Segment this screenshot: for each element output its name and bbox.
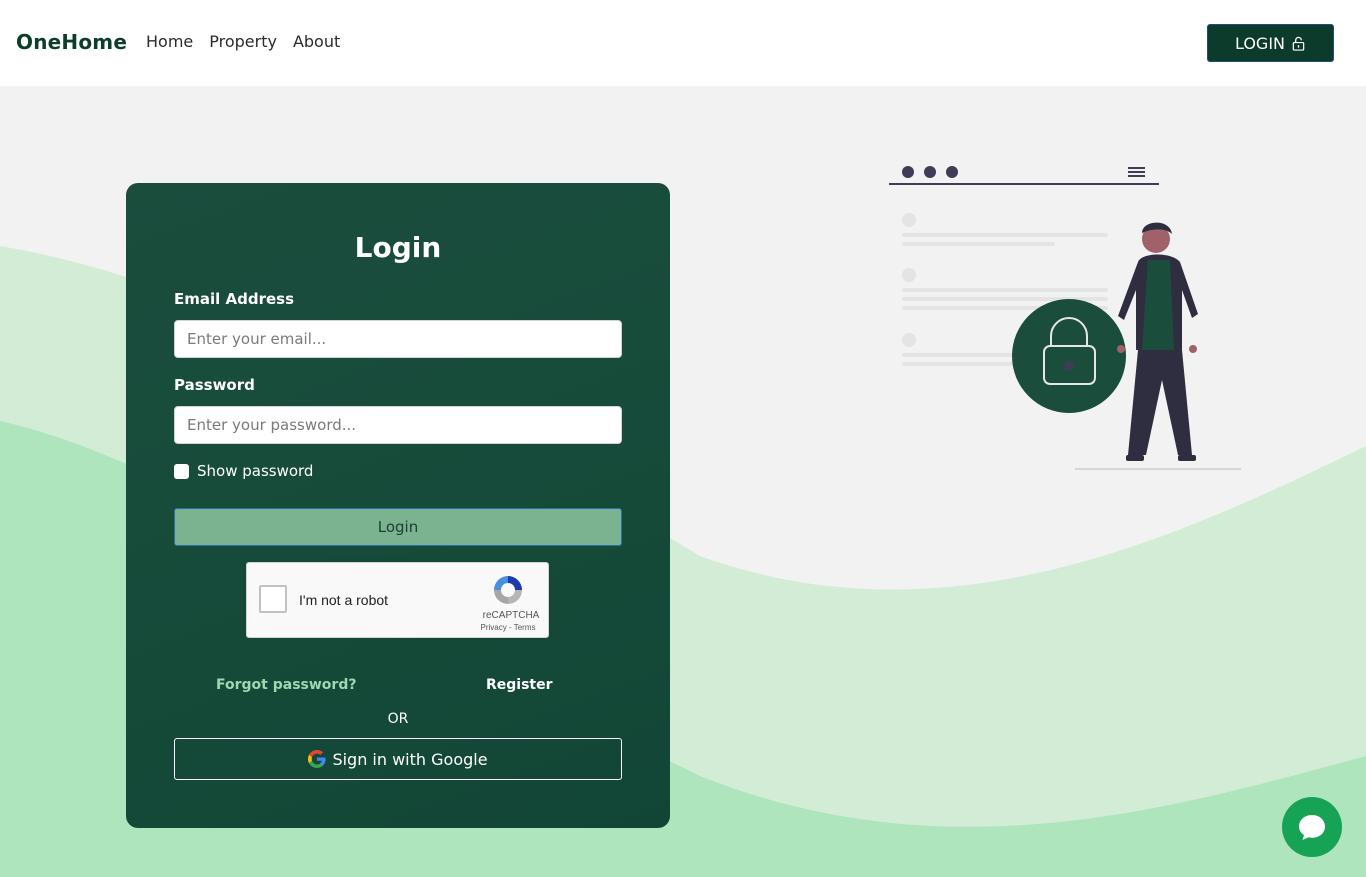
email-label: Email Address xyxy=(174,290,295,308)
show-password-row: Show password xyxy=(174,462,313,480)
login-card: Login Email Address Password Show passwo… xyxy=(126,183,670,828)
chat-widget-button[interactable] xyxy=(1282,797,1342,857)
main-nav: Home Property About xyxy=(146,32,340,51)
google-g-icon xyxy=(308,750,327,768)
email-input[interactable] xyxy=(174,320,622,358)
google-signin-button[interactable]: Sign in with Google xyxy=(174,738,622,780)
top-navbar: OneHome Home Property About LOGIN xyxy=(0,0,1366,86)
chat-bubble-icon xyxy=(1299,815,1325,840)
or-divider: OR xyxy=(387,711,409,727)
recaptcha-logo-icon xyxy=(494,576,522,604)
nav-about-link[interactable]: About xyxy=(293,32,340,51)
show-password-checkbox[interactable] xyxy=(174,463,189,479)
person-with-lock-illustration xyxy=(889,166,1241,470)
show-password-label[interactable]: Show password xyxy=(197,462,313,480)
recaptcha-brand: reCAPTCHA xyxy=(482,610,540,621)
brand-logo[interactable]: OneHome xyxy=(16,30,127,54)
recaptcha-label: I'm not a robot xyxy=(299,592,389,608)
forgot-password-link[interactable]: Forgot password? xyxy=(216,677,356,693)
password-input[interactable] xyxy=(174,406,622,444)
header-login-label: LOGIN xyxy=(1234,33,1286,53)
password-label: Password xyxy=(174,376,255,394)
google-signin-label: Sign in with Google xyxy=(332,749,488,769)
login-submit-button[interactable]: Login xyxy=(174,508,622,546)
recaptcha-checkbox[interactable] xyxy=(259,585,287,613)
register-link[interactable]: Register xyxy=(486,677,553,693)
unlock-icon xyxy=(1292,36,1305,51)
recaptcha-links[interactable]: Privacy - Terms xyxy=(478,623,538,632)
recaptcha-widget: I'm not a robot reCAPTCHA Privacy - Term… xyxy=(246,562,549,638)
nav-home-link[interactable]: Home xyxy=(146,32,193,51)
login-title: Login xyxy=(354,231,442,264)
header-login-button[interactable]: LOGIN xyxy=(1207,24,1334,62)
nav-property-link[interactable]: Property xyxy=(209,32,277,51)
